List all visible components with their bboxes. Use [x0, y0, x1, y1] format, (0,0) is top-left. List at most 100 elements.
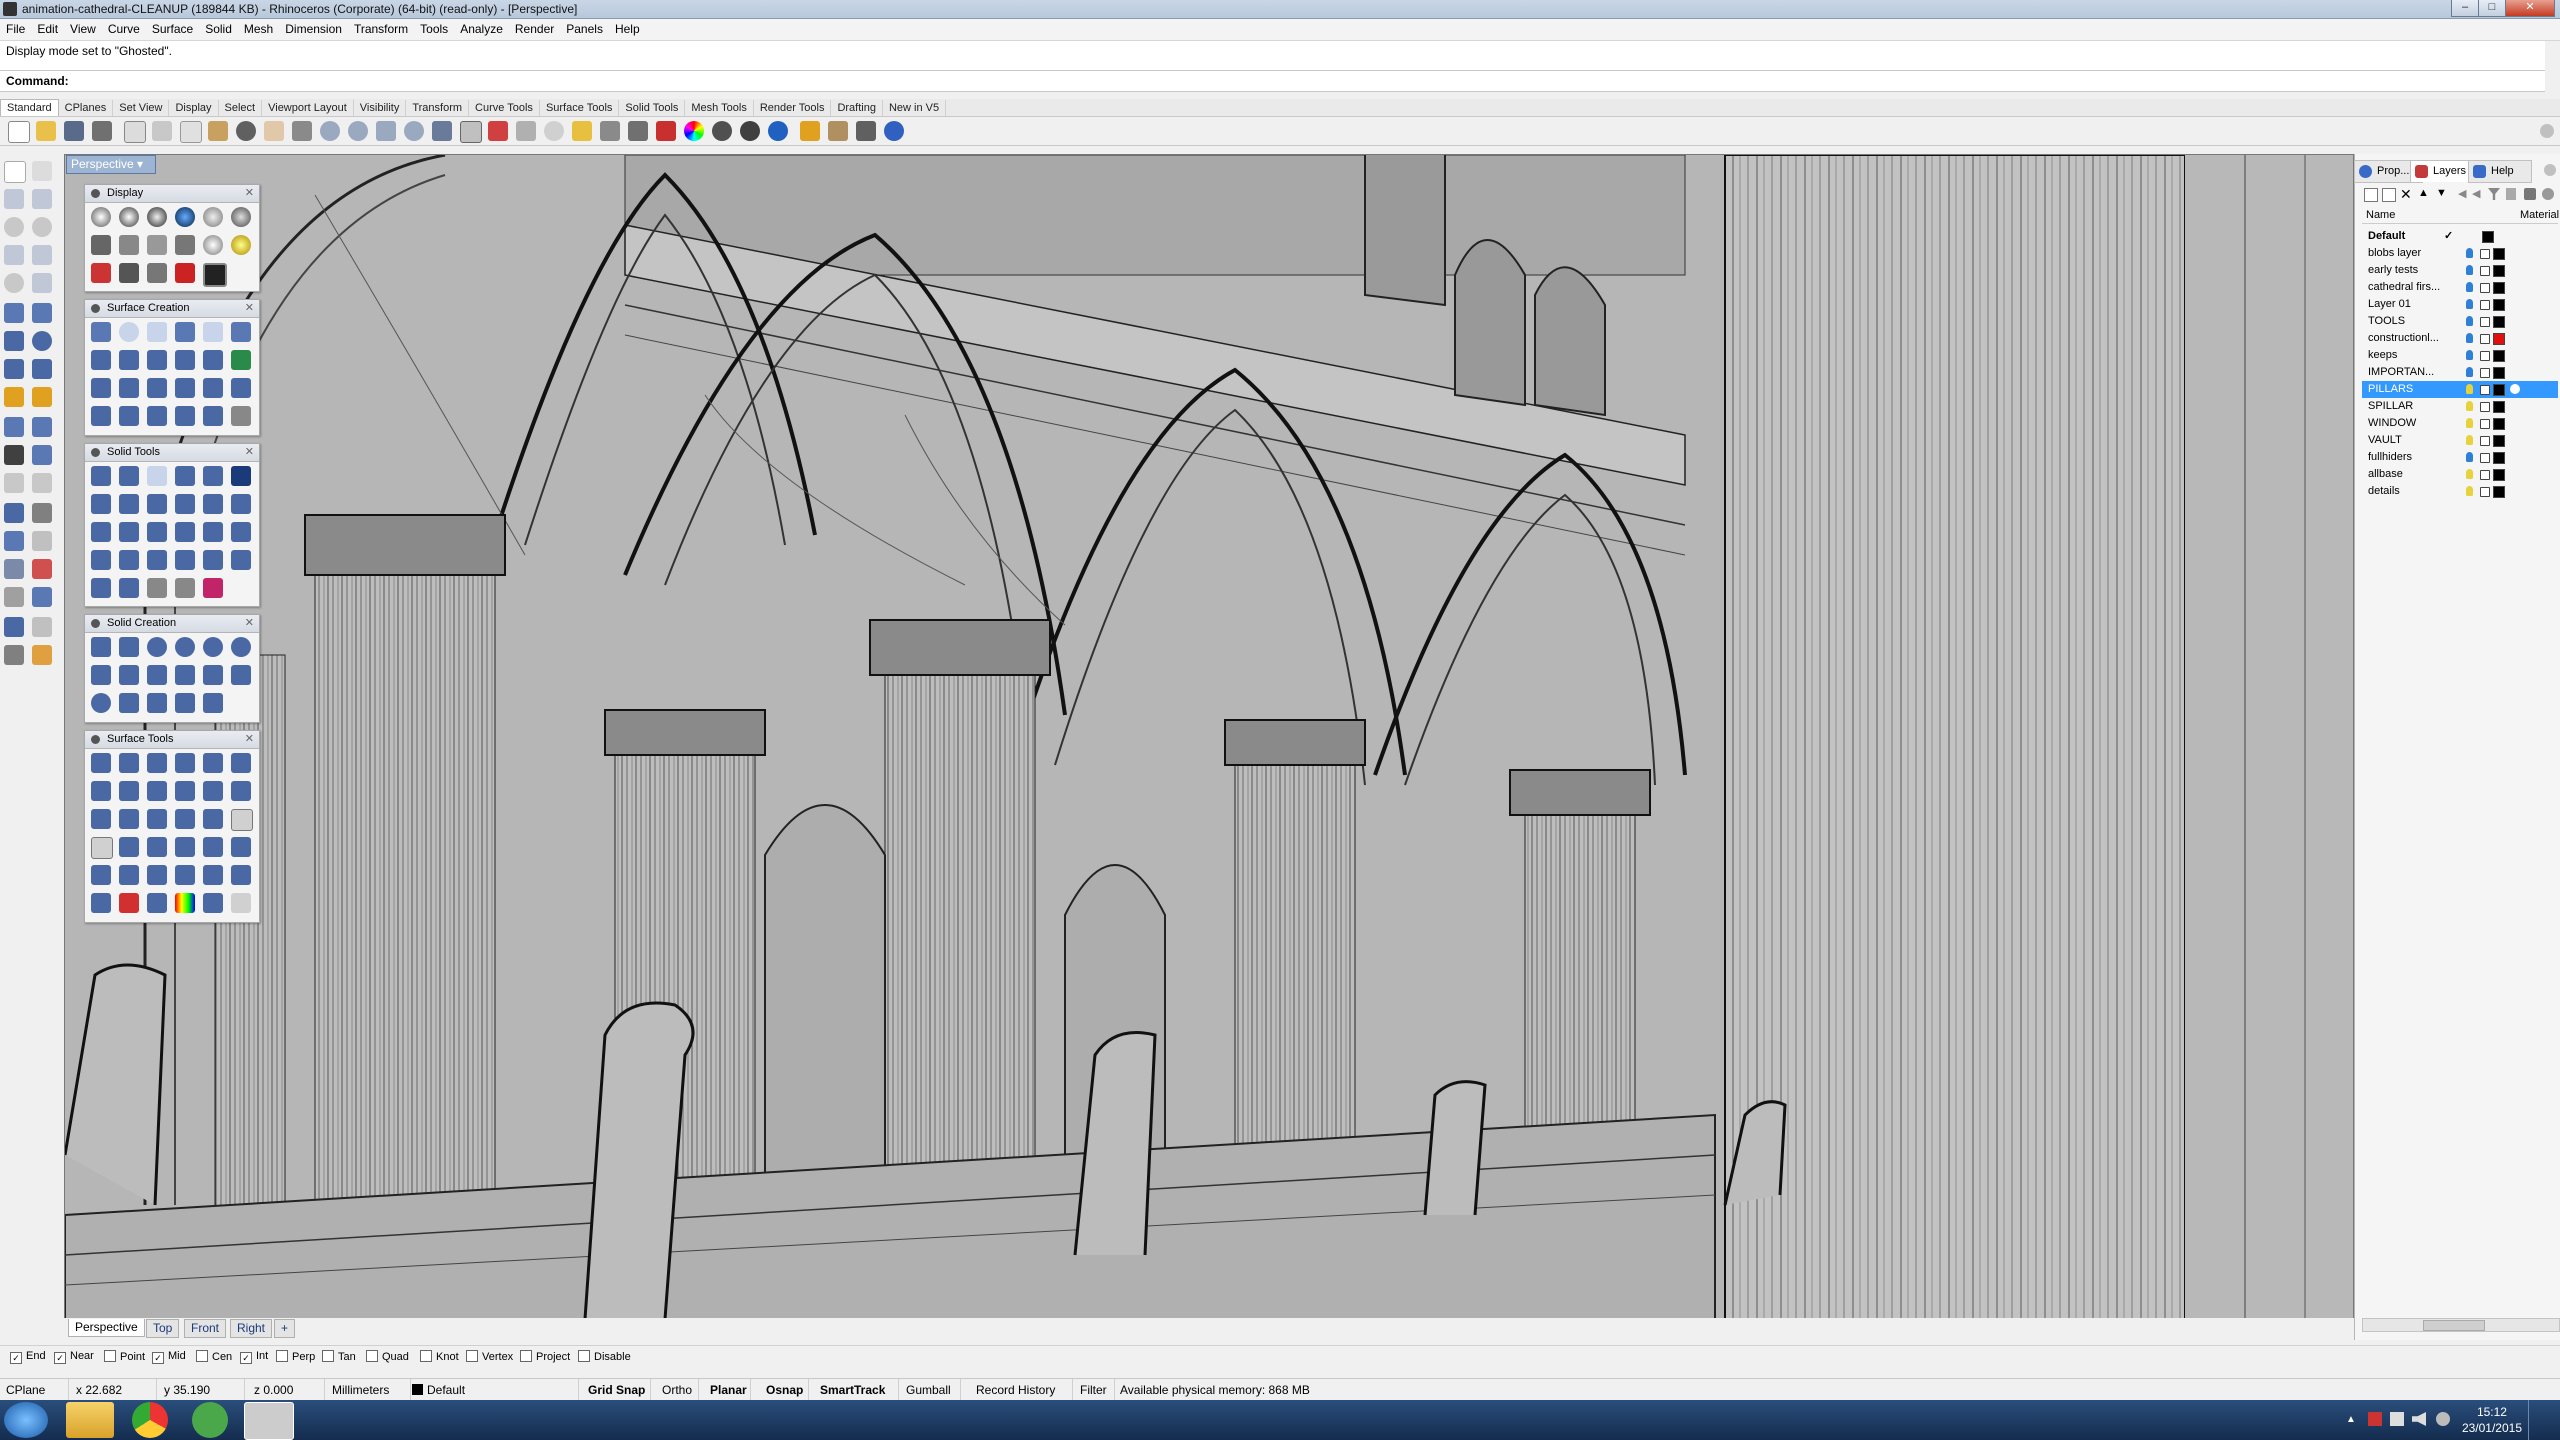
tab-render-tools[interactable]: Render Tools: [754, 100, 832, 116]
menu-view[interactable]: View: [64, 19, 102, 40]
layout-icon[interactable]: [4, 559, 24, 579]
light-bulb-icon[interactable]: [2466, 316, 2473, 326]
lock-icon[interactable]: [2480, 300, 2490, 310]
lock-icon[interactable]: [2480, 470, 2490, 480]
tray-expand-icon[interactable]: ▲: [2346, 1414, 2356, 1425]
layer-color-swatch[interactable]: [2493, 248, 2505, 260]
tab-drafting[interactable]: Drafting: [831, 100, 883, 116]
tab-standard[interactable]: Standard: [0, 99, 59, 116]
paste-icon[interactable]: [208, 121, 228, 141]
shell-icon[interactable]: [91, 494, 111, 514]
lock-icon[interactable]: [2480, 266, 2490, 276]
cut-icon[interactable]: [152, 121, 172, 141]
display-option-7-icon[interactable]: [91, 263, 111, 283]
solid-hole-icon[interactable]: [147, 522, 167, 542]
osnap-vertex[interactable]: Vertex: [466, 1350, 513, 1363]
tab-viewport-layout[interactable]: Viewport Layout: [262, 100, 354, 116]
close-icon[interactable]: ✕: [245, 444, 254, 461]
polygon-icon[interactable]: [4, 245, 24, 265]
checkbox-icon[interactable]: [196, 1350, 208, 1362]
srf-points-icon[interactable]: [203, 837, 223, 857]
cylinder-icon[interactable]: [119, 637, 139, 657]
merge-face-icon[interactable]: [119, 522, 139, 542]
menu-render[interactable]: Render: [509, 19, 560, 40]
solid-color-icon[interactable]: [203, 578, 223, 598]
lock-icon[interactable]: [2480, 402, 2490, 412]
srf-network-icon[interactable]: [147, 350, 167, 370]
cap-icon[interactable]: [119, 494, 139, 514]
srf-cube-icon[interactable]: [203, 893, 223, 913]
solid-grid-icon[interactable]: [147, 578, 167, 598]
srf-seam-icon[interactable]: [231, 837, 251, 857]
properties-icon[interactable]: [656, 121, 676, 141]
light-bulb-icon[interactable]: [2466, 469, 2473, 479]
extract-surface-icon[interactable]: [147, 494, 167, 514]
boolean-split-icon[interactable]: [175, 466, 195, 486]
close-icon[interactable]: ✕: [245, 300, 254, 317]
srf-thickness-icon[interactable]: [231, 865, 251, 885]
create-solid-icon[interactable]: [231, 550, 251, 570]
srf-sweep2-icon[interactable]: [119, 350, 139, 370]
osnap-point[interactable]: Point: [104, 1350, 145, 1363]
arc-icon[interactable]: [4, 273, 24, 293]
command-history[interactable]: Display mode set to "Ghosted".: [0, 41, 2545, 71]
fold-face-icon[interactable]: [91, 522, 111, 542]
save-icon[interactable]: [64, 121, 84, 141]
lock-icon[interactable]: [2480, 249, 2490, 259]
srf-blend-icon[interactable]: [203, 350, 223, 370]
torus-icon[interactable]: [203, 637, 223, 657]
layer-color-swatch[interactable]: [2493, 486, 2505, 498]
start-button-icon[interactable]: [4, 1402, 48, 1438]
layer-state-icon[interactable]: [2506, 188, 2516, 200]
light-bulb-icon[interactable]: [2466, 452, 2473, 462]
paraboloid-icon[interactable]: [91, 693, 111, 713]
layer-row[interactable]: cathedral firs...: [2362, 279, 2558, 296]
untrim-icon[interactable]: [91, 809, 111, 829]
wireframe-sphere-icon[interactable]: [91, 207, 111, 227]
checkbox-icon[interactable]: [104, 1350, 116, 1362]
checkbox-icon[interactable]: [276, 1350, 288, 1362]
solid-box-icon[interactable]: [4, 331, 24, 351]
pipe-icon[interactable]: [231, 637, 251, 657]
tab-help[interactable]: Help: [2468, 160, 2532, 183]
refit-srf-icon[interactable]: [175, 781, 195, 801]
help-icon[interactable]: [884, 121, 904, 141]
select-arrow-icon[interactable]: [4, 161, 26, 183]
check-icon[interactable]: [32, 587, 52, 607]
layer-row[interactable]: IMPORTAN...: [2362, 364, 2558, 381]
record-history-toggle[interactable]: Record History: [976, 1379, 1073, 1401]
light-bulb-icon[interactable]: [2466, 265, 2473, 275]
explode-icon[interactable]: [32, 445, 52, 465]
mesh-icon[interactable]: [32, 359, 52, 379]
lock-icon[interactable]: [2480, 368, 2490, 378]
analyze-icon[interactable]: [32, 559, 52, 579]
light-bulb-icon[interactable]: [4, 387, 24, 407]
menu-analyze[interactable]: Analyze: [454, 19, 509, 40]
solid-text-icon[interactable]: [147, 693, 167, 713]
extend-srf-icon[interactable]: [203, 753, 223, 773]
ellipse-icon[interactable]: [32, 217, 52, 237]
tray-app-icon[interactable]: [2436, 1412, 2450, 1426]
layer-color-swatch[interactable]: [2493, 418, 2505, 430]
layer-row[interactable]: constructionl...: [2362, 330, 2558, 347]
point-filter-icon[interactable]: [572, 121, 592, 141]
lock-icon[interactable]: [2480, 351, 2490, 361]
light-bulb-icon[interactable]: [2466, 282, 2473, 292]
circle-icon[interactable]: [4, 217, 24, 237]
lock-icon[interactable]: [2480, 317, 2490, 327]
cplane-icon[interactable]: [544, 121, 564, 141]
move-edge-icon[interactable]: [203, 494, 223, 514]
join-icon[interactable]: [4, 445, 24, 465]
srf-pipe-icon[interactable]: [119, 406, 139, 426]
srf-uvw-icon[interactable]: [91, 893, 111, 913]
solid-pts-icon[interactable]: [175, 550, 195, 570]
rotate-hole-icon[interactable]: [231, 522, 251, 542]
checkbox-icon[interactable]: ✓: [240, 1352, 252, 1364]
srf-loft-icon[interactable]: [203, 322, 223, 342]
layer-color-swatch[interactable]: [2493, 401, 2505, 413]
rendered-icon[interactable]: [147, 207, 167, 227]
extrude-solid-icon[interactable]: [203, 665, 223, 685]
history-icon[interactable]: [4, 645, 24, 665]
select-icon[interactable]: [516, 121, 536, 141]
degree-icon[interactable]: [91, 837, 113, 859]
